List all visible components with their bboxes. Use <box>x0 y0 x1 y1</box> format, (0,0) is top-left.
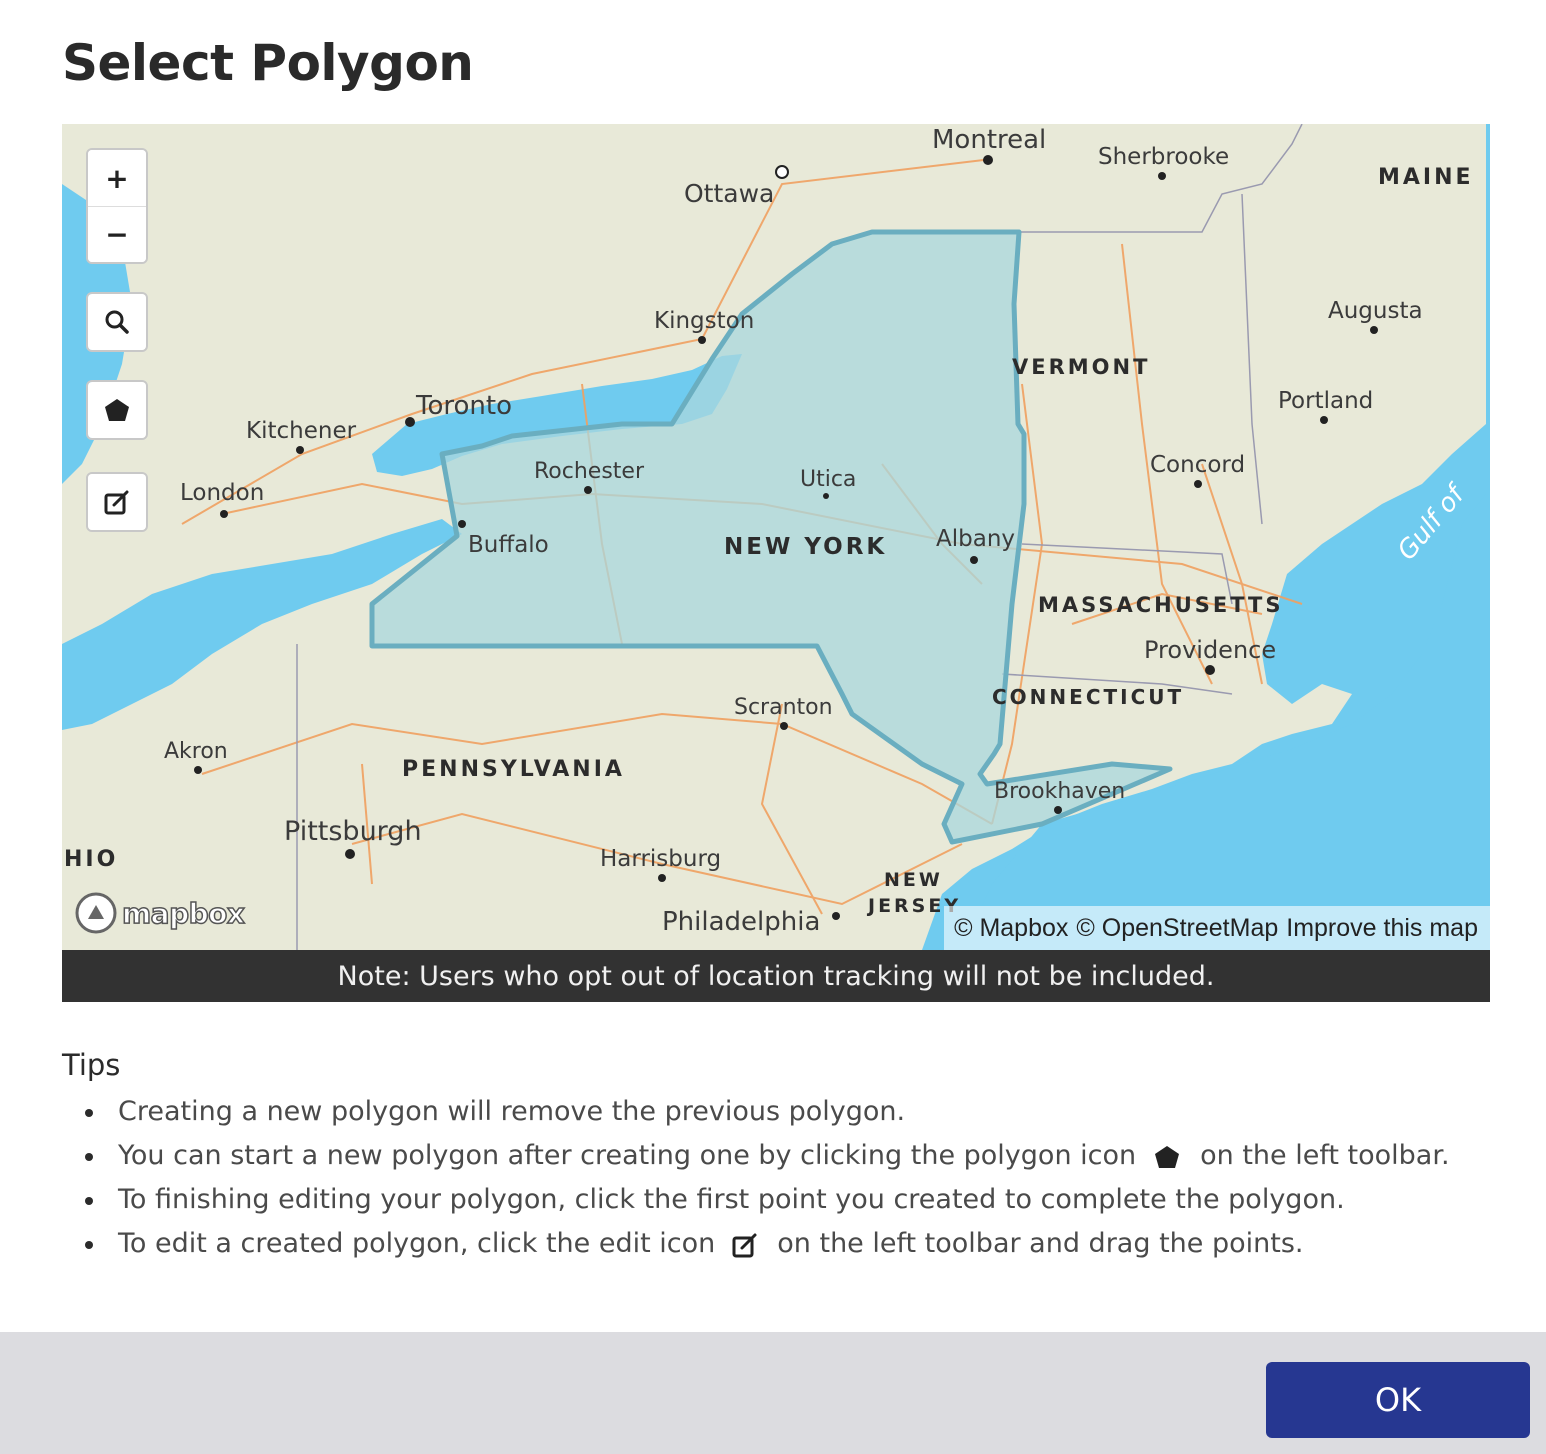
label-scranton: Scranton <box>734 695 833 720</box>
label-kitchener: Kitchener <box>246 418 357 444</box>
tip-text: To finishing editing your polygon, click… <box>118 1184 1345 1215</box>
search-icon <box>105 310 129 334</box>
attribution-mapbox-link[interactable]: © Mapbox <box>954 914 1068 943</box>
tip-item: Creating a new polygon will remove the p… <box>62 1090 1502 1134</box>
zoom-out-button[interactable]: − <box>88 206 146 262</box>
label-philadelphia: Philadelphia <box>662 907 820 937</box>
polygon-control <box>86 380 148 440</box>
tips-heading: Tips <box>62 1048 121 1082</box>
tip-text: on the left toolbar. <box>1200 1140 1450 1171</box>
search-control <box>86 292 148 352</box>
label-buffalo: Buffalo <box>468 532 549 558</box>
polygon-icon <box>105 399 129 421</box>
ok-button[interactable]: OK <box>1266 1362 1530 1438</box>
label-ottawa: Ottawa <box>684 179 774 208</box>
label-montreal: Montreal <box>932 125 1046 155</box>
map-canvas[interactable]: Montreal Sherbrooke Ottawa Kingston Augu… <box>62 124 1486 950</box>
mapbox-logo-text: mapbox <box>121 896 245 931</box>
tip-text: Creating a new polygon will remove the p… <box>118 1096 906 1127</box>
dialog-footer: OK <box>0 1332 1546 1454</box>
search-button[interactable] <box>88 294 146 350</box>
label-pittsburgh: Pittsburgh <box>284 816 422 847</box>
label-providence: Providence <box>1144 636 1276 664</box>
label-augusta: Augusta <box>1328 298 1423 324</box>
label-toronto: Toronto <box>415 391 512 421</box>
draw-polygon-button[interactable] <box>88 382 146 438</box>
state-new-jersey-line1: NEW <box>884 869 943 891</box>
label-rochester: Rochester <box>534 459 645 484</box>
label-brookhaven: Brookhaven <box>994 779 1125 804</box>
zoom-controls: + − <box>86 148 148 264</box>
label-concord: Concord <box>1150 452 1245 478</box>
label-albany: Albany <box>936 526 1015 552</box>
map-svg[interactable]: Montreal Sherbrooke Ottawa Kingston Augu… <box>62 124 1486 950</box>
state-massachusetts: MASSACHUSETTS <box>1038 593 1283 617</box>
tip-item: To edit a created polygon, click the edi… <box>62 1222 1502 1266</box>
mapbox-logo[interactable]: mapbox <box>74 890 246 936</box>
state-vermont: VERMONT <box>1012 355 1150 379</box>
state-ohio: HIO <box>64 847 118 872</box>
state-pennsylvania: PENNSYLVANIA <box>402 757 625 782</box>
dialog-title: Select Polygon <box>62 34 474 92</box>
label-kingston: Kingston <box>654 308 754 334</box>
mapbox-logo-icon <box>75 892 117 934</box>
state-connecticut: CONNECTICUT <box>992 685 1184 709</box>
edit-polygon-button[interactable] <box>88 474 146 530</box>
improve-map-link[interactable]: Improve this map <box>1286 914 1478 943</box>
polygon-icon <box>1155 1145 1180 1168</box>
tip-text: You can start a new polygon after creati… <box>118 1140 1137 1171</box>
tip-text: To edit a created polygon, click the edi… <box>118 1228 716 1259</box>
zoom-in-button[interactable]: + <box>88 150 146 206</box>
state-maine: MAINE <box>1378 165 1474 190</box>
label-london: London <box>180 480 264 506</box>
tip-text: on the left toolbar and drag the points. <box>777 1228 1304 1259</box>
edit-icon <box>104 490 129 515</box>
location-note-bar: Note: Users who opt out of location trac… <box>62 950 1490 1002</box>
state-new-york: NEW YORK <box>724 534 887 560</box>
tip-item: You can start a new polygon after creati… <box>62 1134 1502 1178</box>
attribution-osm-link[interactable]: © OpenStreetMap <box>1076 914 1278 943</box>
label-utica: Utica <box>800 467 856 492</box>
tips-section: Tips Creating a new polygon will remove … <box>62 1048 1502 1266</box>
tip-item: To finishing editing your polygon, click… <box>62 1178 1502 1222</box>
label-harrisburg: Harrisburg <box>600 846 721 872</box>
label-sherbrooke: Sherbrooke <box>1098 144 1229 170</box>
label-portland: Portland <box>1278 388 1373 414</box>
map-attribution: © Mapbox © OpenStreetMap Improve this ma… <box>944 906 1490 950</box>
edit-icon <box>732 1233 757 1257</box>
label-akron: Akron <box>164 739 228 764</box>
map-container[interactable]: Montreal Sherbrooke Ottawa Kingston Augu… <box>62 124 1490 1002</box>
edit-control <box>86 472 148 532</box>
tips-list: Creating a new polygon will remove the p… <box>62 1090 1502 1266</box>
